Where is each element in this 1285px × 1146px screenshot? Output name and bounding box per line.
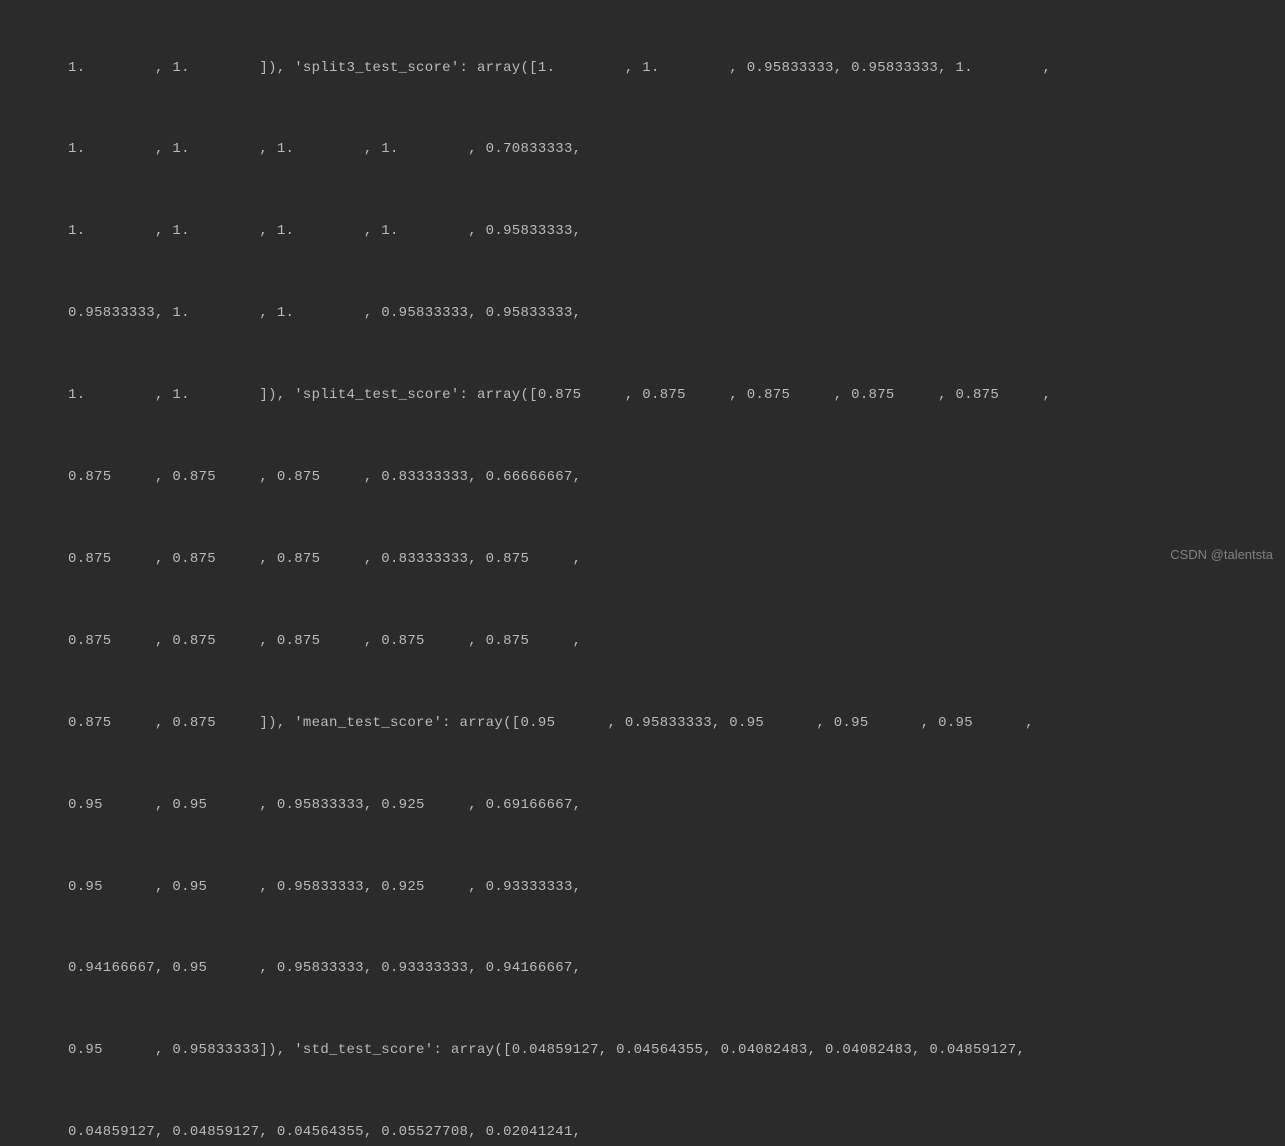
watermark-text: CSDN @talentsta: [1170, 542, 1273, 567]
output-line: 0.95 , 0.95833333]), 'std_test_score': a…: [0, 1037, 1285, 1064]
output-line: 0.875 , 0.875 , 0.875 , 0.875 , 0.875 ,: [0, 628, 1285, 655]
output-line: 0.94166667, 0.95 , 0.95833333, 0.9333333…: [0, 955, 1285, 982]
output-line: 0.875 , 0.875 , 0.875 , 0.83333333, 0.87…: [0, 546, 1285, 573]
output-line: 1. , 1. , 1. , 1. , 0.70833333,: [0, 136, 1285, 163]
output-line: 1. , 1. , 1. , 1. , 0.95833333,: [0, 218, 1285, 245]
output-line: 0.04859127, 0.04859127, 0.04564355, 0.05…: [0, 1119, 1285, 1146]
output-line: 0.875 , 0.875 , 0.875 , 0.83333333, 0.66…: [0, 464, 1285, 491]
output-line: 0.95 , 0.95 , 0.95833333, 0.925 , 0.9333…: [0, 874, 1285, 901]
console-output: 1. , 1. ]), 'split3_test_score': array([…: [0, 0, 1285, 1146]
output-line: 1. , 1. ]), 'split4_test_score': array([…: [0, 382, 1285, 409]
output-line: 1. , 1. ]), 'split3_test_score': array([…: [0, 55, 1285, 82]
output-line: 0.95833333, 1. , 1. , 0.95833333, 0.9583…: [0, 300, 1285, 327]
output-line: 0.875 , 0.875 ]), 'mean_test_score': arr…: [0, 710, 1285, 737]
output-line: 0.95 , 0.95 , 0.95833333, 0.925 , 0.6916…: [0, 792, 1285, 819]
